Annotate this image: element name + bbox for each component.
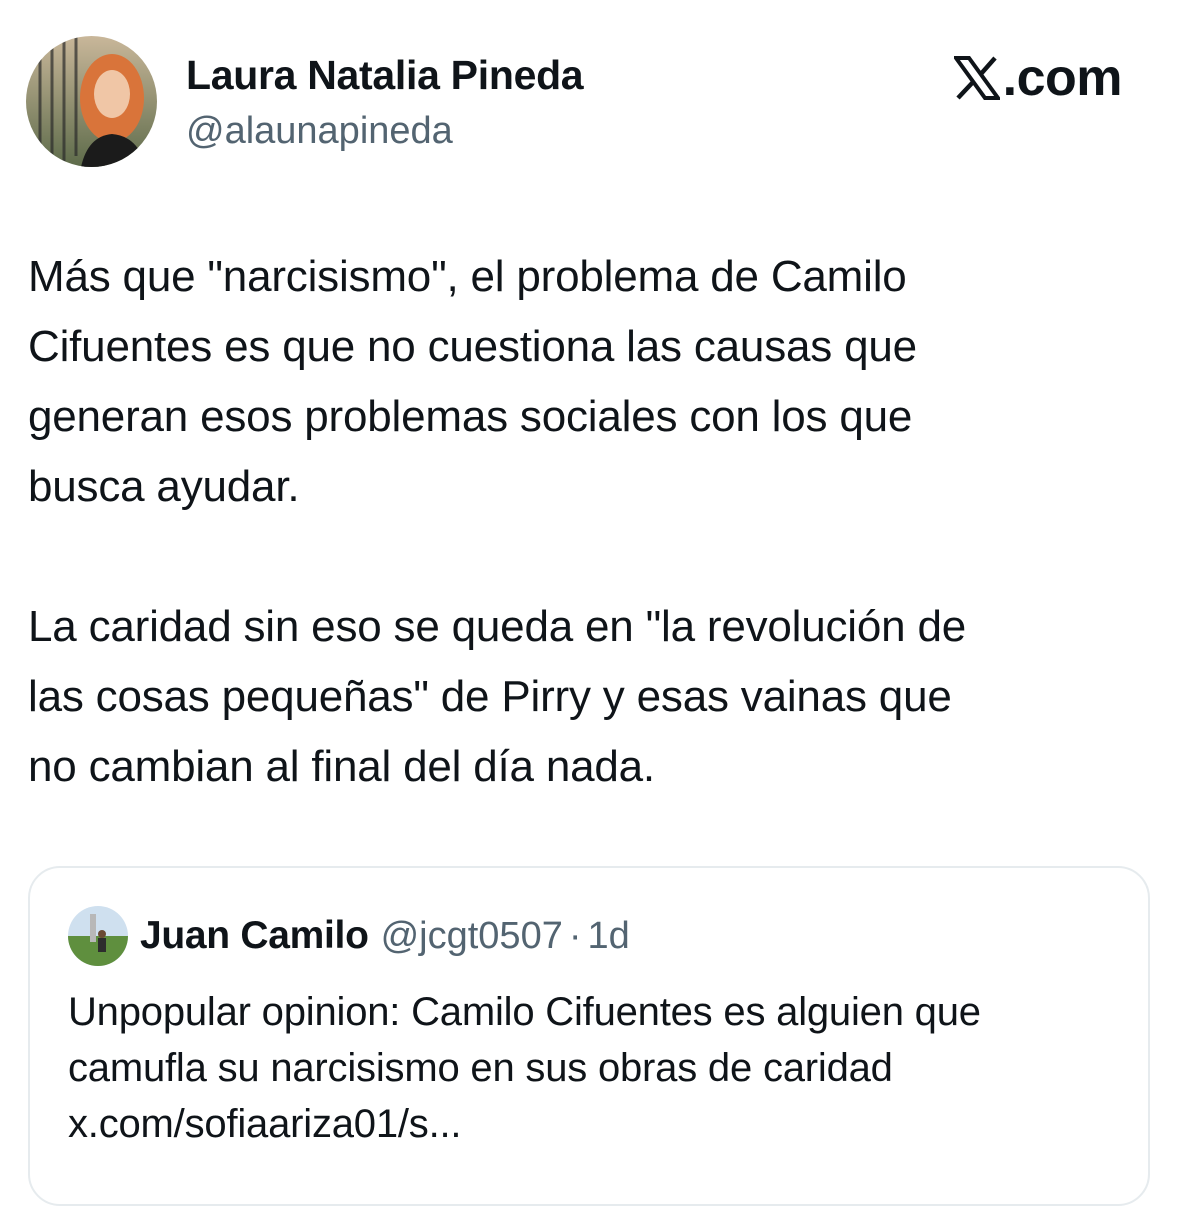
dot-separator: · xyxy=(568,914,582,957)
x-logo-icon xyxy=(951,56,1002,100)
brand-domain-text: .com xyxy=(1002,49,1123,107)
author-handle[interactable]: @alaunapineda xyxy=(186,110,453,153)
quoted-tweet-line: Unpopular opinion: Camilo Cifuentes es a… xyxy=(68,990,981,1034)
author-avatar-image xyxy=(26,36,157,167)
tweet-paragraph: La caridad sin eso se queda en "la revol… xyxy=(28,602,966,791)
author-name[interactable]: Laura Natalia Pineda xyxy=(186,52,584,99)
quoted-tweet-link[interactable]: x.com/sofiaariza01/s... xyxy=(68,1096,1128,1152)
quoted-author-avatar[interactable] xyxy=(68,906,128,966)
tweet-text: Más que "narcisismo", el problema de Cam… xyxy=(28,242,1158,802)
quoted-tweet-line: camufla su narcisismo en sus obras de ca… xyxy=(68,1046,893,1090)
quoted-tweet-card[interactable]: Juan Camilo @jcgt0507 · 1d Unpopular opi… xyxy=(28,866,1150,1206)
quoted-author-name[interactable]: Juan Camilo xyxy=(140,914,369,958)
quoted-tweet-text: Unpopular opinion: Camilo Cifuentes es a… xyxy=(68,984,1128,1152)
tweet-paragraph: Más que "narcisismo", el problema de Cam… xyxy=(28,252,917,511)
tweet-header: Laura Natalia Pineda @alaunapineda .com xyxy=(26,36,1152,168)
author-avatar[interactable] xyxy=(26,36,157,167)
quoted-author-avatar-image xyxy=(68,906,128,966)
quoted-tweet-time[interactable]: 1d xyxy=(588,915,630,958)
quoted-tweet-header: Juan Camilo @jcgt0507 · 1d xyxy=(68,906,630,966)
quoted-author-handle[interactable]: @jcgt0507 xyxy=(381,915,563,958)
brand-logo: .com xyxy=(951,49,1123,107)
